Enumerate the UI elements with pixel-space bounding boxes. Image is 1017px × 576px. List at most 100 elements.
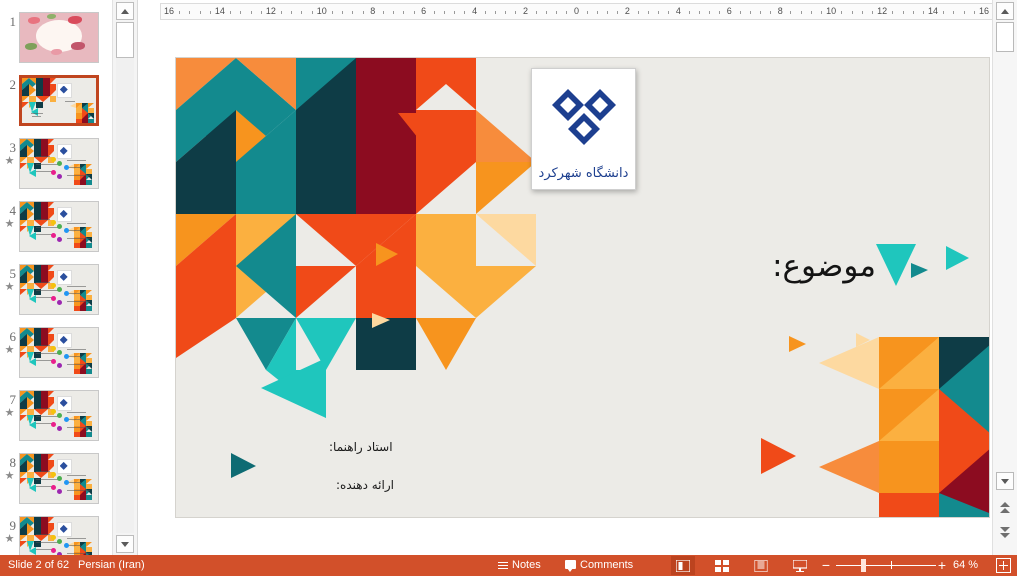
ruler-minor-tick [189, 11, 191, 14]
horizontal-ruler[interactable]: 16 14 12 10 8 6 4 2 0 2 4 6 8 10 12 14 16 [160, 3, 993, 20]
thumbnail-item[interactable]: 7 ★ [0, 386, 112, 449]
zoom-slider-track[interactable] [836, 565, 936, 566]
current-slide[interactable]: دانشگاه شهرکرد موضوع: استاد راهنما: ارائ… [176, 58, 989, 517]
comments-button[interactable]: Comments [565, 555, 633, 576]
thumbnail-scroll-track[interactable] [116, 22, 134, 533]
thumbnail-preview[interactable] [19, 390, 99, 441]
shahrekord-university-logo-icon [551, 89, 616, 145]
zoom-slider-midpoint [891, 561, 892, 569]
presenter-text[interactable]: ارائه دهنده: [336, 478, 394, 492]
thumbnail-item[interactable]: 8 ★ [0, 449, 112, 512]
animation-indicator-icon[interactable]: ★ [3, 534, 16, 545]
ruler-minor-tick [871, 11, 873, 14]
thumbnail-text-line [66, 348, 86, 350]
slide-show-icon [793, 559, 807, 572]
thumbnail-text-line [35, 218, 50, 220]
thumbnail-item[interactable]: 3 ★ [0, 134, 112, 197]
ruler-minor-tick [851, 11, 853, 14]
reading-view-button[interactable] [749, 556, 773, 575]
ruler-minor-tick [413, 11, 415, 14]
notes-button[interactable]: Notes [498, 555, 541, 576]
ruler-tick-label: 12 [265, 6, 276, 16]
thumbnail-item[interactable]: 1 [0, 8, 112, 71]
next-slide-button[interactable] [996, 524, 1014, 542]
slide-show-button[interactable] [788, 556, 812, 575]
thumbnail-number: 4 [9, 203, 17, 218]
thumbnail-preview[interactable] [19, 516, 99, 555]
animation-indicator-icon[interactable]: ★ [3, 282, 16, 293]
thumbnail-text-line [66, 482, 81, 484]
ruler-minor-tick [892, 11, 894, 14]
thumbnail-item[interactable]: 6 ★ [0, 323, 112, 386]
slide-thumbnail-pane[interactable]: 1 2 3 ★ 4 ★ 5 ★ 6 ★ 7 ★ 8 ★ 9 ★ [0, 0, 112, 555]
thumbnail-preview[interactable] [19, 12, 99, 63]
language-label[interactable]: Persian (Iran) [78, 555, 145, 576]
scroll-up-button[interactable] [996, 2, 1014, 20]
animation-indicator-icon[interactable]: ★ [3, 471, 16, 482]
ruler-minor-tick [484, 11, 486, 14]
thumbnail-preview[interactable] [19, 327, 99, 378]
thumbnail-preview[interactable] [19, 75, 99, 126]
thumbnail-item[interactable]: 5 ★ [0, 260, 112, 323]
slide-title-text[interactable]: موضوع: [772, 248, 876, 284]
thumbnail-preview[interactable] [19, 264, 99, 315]
thumbnail-scrollbar[interactable] [112, 0, 138, 555]
zoom-in-button[interactable]: + [936, 555, 948, 576]
thumbnail-text-line [35, 478, 59, 480]
slide-vertical-scrollbar[interactable] [992, 0, 1017, 555]
zoom-percent-label[interactable]: 64 % [953, 555, 978, 576]
ruler-tick-label: 10 [316, 6, 327, 16]
slide-editing-canvas[interactable]: دانشگاه شهرکرد موضوع: استاد راهنما: ارائ… [140, 22, 993, 555]
ruler-minor-tick [260, 11, 262, 14]
zoom-slider-thumb[interactable] [861, 559, 866, 572]
thumbnail-item[interactable]: 4 ★ [0, 197, 112, 260]
thumbnail-item[interactable]: 2 [0, 71, 112, 134]
thumbnail-preview[interactable] [19, 453, 99, 504]
zoom-out-button[interactable]: − [820, 555, 832, 576]
normal-view-button[interactable] [671, 556, 695, 575]
thumbnail-graphic-dot [51, 282, 57, 288]
thumbnail-logo-icon [56, 332, 72, 348]
thumbnail-preview[interactable] [19, 201, 99, 252]
slide-sorter-button[interactable] [710, 556, 734, 575]
thumbnail-logo-icon [56, 143, 72, 159]
thumbnail-scroll-down-button[interactable] [116, 535, 134, 553]
ruler-tick-label: 4 [675, 6, 681, 16]
ruler-minor-tick [973, 11, 975, 14]
previous-slide-button[interactable] [996, 499, 1014, 517]
animation-indicator-icon[interactable]: ★ [3, 345, 16, 356]
animation-indicator-icon[interactable]: ★ [3, 219, 16, 230]
ruler-minor-tick [495, 11, 496, 14]
thumbnail-text-line [66, 545, 81, 547]
fit-slide-to-window-button[interactable] [996, 558, 1011, 573]
ruler-minor-tick [352, 11, 354, 14]
ruler-minor-tick [301, 11, 303, 14]
supervisor-text[interactable]: استاد راهنما: [329, 440, 393, 454]
slide-count-label[interactable]: Slide 2 of 62 [8, 555, 69, 576]
ruler-minor-tick [240, 11, 242, 14]
thumbnail-text-line [35, 344, 50, 346]
scroll-up-icon [1001, 9, 1009, 14]
ruler-minor-tick [922, 11, 924, 14]
thumbnail-text-line [35, 541, 59, 543]
university-logo-box: دانشگاه شهرکرد [531, 68, 636, 190]
ruler-tick-label: 2 [523, 6, 529, 16]
scroll-down-icon [121, 542, 129, 547]
thumbnail-preview[interactable] [19, 138, 99, 189]
thumbnail-item[interactable]: 9 ★ [0, 512, 112, 555]
ruler-minor-tick [291, 11, 293, 14]
animation-indicator-icon[interactable]: ★ [3, 408, 16, 419]
ruler-minor-tick [179, 11, 181, 14]
thumbnail-scroll-thumb[interactable] [116, 22, 134, 58]
ruler-minor-tick [444, 11, 446, 14]
ruler-tick-label: 14 [928, 6, 939, 16]
animation-indicator-icon[interactable]: ★ [3, 156, 16, 167]
previous-slide-icon [1000, 502, 1010, 514]
scroll-thumb[interactable] [996, 22, 1014, 52]
ruler-minor-tick [311, 11, 313, 14]
ruler-minor-tick [230, 11, 232, 14]
scroll-down-button[interactable] [996, 472, 1014, 490]
ruler-tick-label: 14 [214, 6, 225, 16]
thumbnail-scroll-up-button[interactable] [116, 2, 134, 20]
thumbnail-text-line [30, 113, 43, 115]
